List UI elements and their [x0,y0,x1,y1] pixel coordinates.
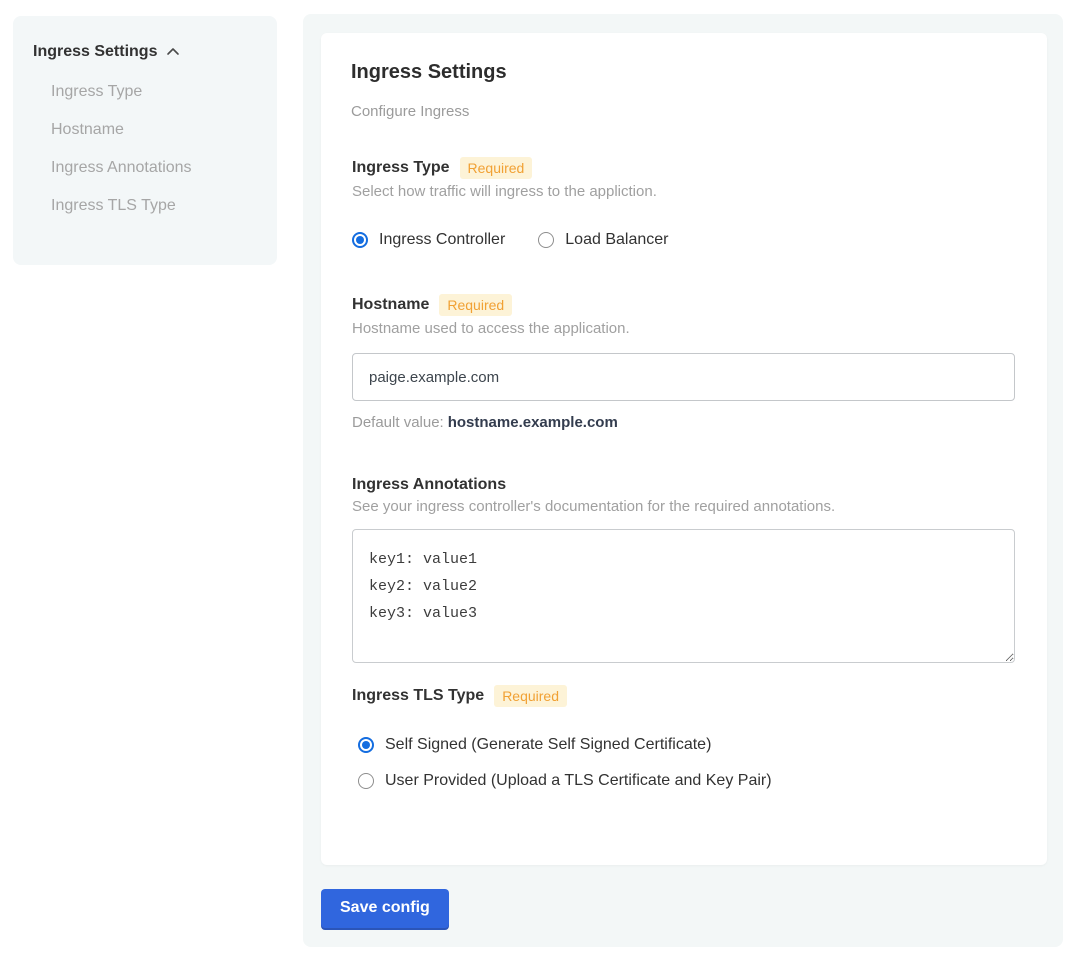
radio-self-signed-label: Self Signed (Generate Self Signed Certif… [385,736,711,754]
chevron-up-icon [165,44,181,60]
radio-load-balancer[interactable]: Load Balancer [538,231,668,249]
hostname-default-value: hostname.example.com [448,414,618,431]
section-ingress-type: Ingress Type Required Select how traffic… [352,157,1017,249]
section-ingress-annotations-label: Ingress Annotations [352,476,506,494]
save-config-button[interactable]: Save config [321,889,449,928]
hostname-default-label: Default value: [352,414,444,431]
sidebar-item-ingress-type[interactable]: Ingress Type [33,73,257,111]
required-badge: Required [439,294,512,316]
section-ingress-tls-type-label: Ingress TLS Type [352,687,484,705]
radio-ingress-controller-label: Ingress Controller [379,231,505,249]
sidebar-group-label: Ingress Settings [33,43,157,61]
section-ingress-annotations-help: See your ingress controller's documentat… [352,498,1017,515]
section-hostname-help: Hostname used to access the application. [352,320,1017,337]
required-badge: Required [460,157,533,179]
page-title: Ingress Settings [351,61,1017,84]
hostname-default-line: Default value:hostname.example.com [352,414,1017,431]
section-ingress-annotations: Ingress Annotations See your ingress con… [352,476,1017,663]
sidebar-item-list: Ingress Type Hostname Ingress Annotation… [33,73,257,225]
config-card: Ingress Settings Configure Ingress Ingre… [321,33,1047,865]
radio-ingress-controller[interactable]: Ingress Controller [352,231,505,249]
radio-selected-icon [352,232,368,248]
ingress-type-radio-group: Ingress Controller Load Balancer [352,231,1017,249]
ingress-annotations-textarea[interactable]: key1: value1 key2: value2 key3: value3 [352,529,1015,663]
config-panel: Ingress Settings Configure Ingress Ingre… [303,14,1063,947]
ingress-tls-type-radio-group: Self Signed (Generate Self Signed Certif… [358,736,1017,790]
required-badge: Required [494,685,567,707]
config-nav-sidebar: Ingress Settings Ingress Type Hostname I… [13,16,277,265]
radio-unselected-icon [538,232,554,248]
sidebar-item-hostname[interactable]: Hostname [33,111,257,149]
section-ingress-type-label: Ingress Type [352,159,450,177]
sidebar-item-ingress-tls-type[interactable]: Ingress TLS Type [33,187,257,225]
radio-selected-icon [358,737,374,753]
radio-load-balancer-label: Load Balancer [565,231,668,249]
radio-user-provided-label: User Provided (Upload a TLS Certificate … [385,772,772,790]
section-hostname-label: Hostname [352,296,429,314]
sidebar-group-ingress-settings[interactable]: Ingress Settings [33,43,257,61]
section-ingress-tls-type: Ingress TLS Type Required Self Signed (G… [352,685,1017,790]
page-subtitle: Configure Ingress [351,103,1017,120]
radio-unselected-icon [358,773,374,789]
sidebar-item-ingress-annotations[interactable]: Ingress Annotations [33,149,257,187]
section-hostname: Hostname Required Hostname used to acces… [352,294,1017,431]
hostname-input[interactable] [352,353,1015,401]
radio-self-signed[interactable]: Self Signed (Generate Self Signed Certif… [358,736,1017,754]
section-ingress-type-help: Select how traffic will ingress to the a… [352,183,1017,200]
radio-user-provided[interactable]: User Provided (Upload a TLS Certificate … [358,772,1017,790]
